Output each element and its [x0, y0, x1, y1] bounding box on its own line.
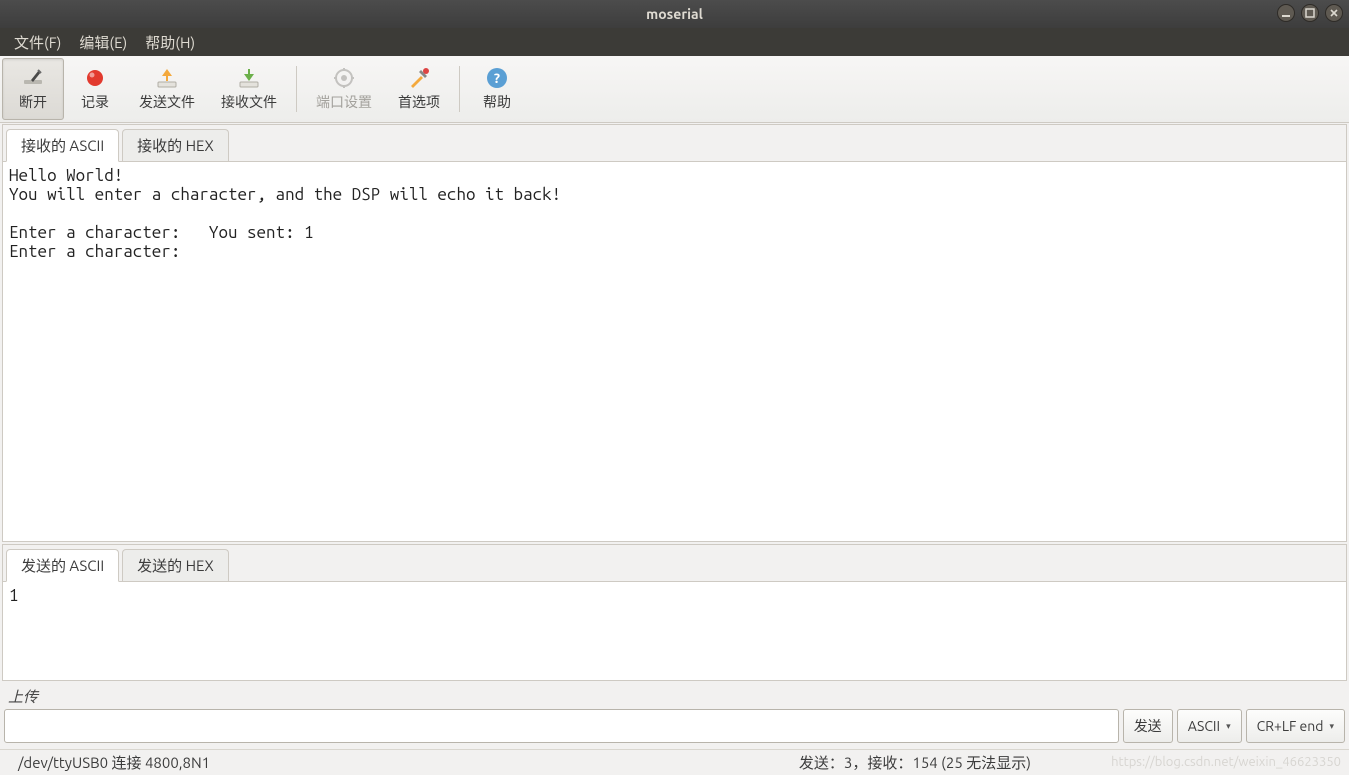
gear-icon: [332, 66, 356, 90]
sendfile-label: 发送文件: [139, 92, 195, 112]
maximize-button[interactable]: [1301, 4, 1319, 22]
tab-send-hex[interactable]: 发送的 HEX: [122, 549, 229, 581]
tab-send-ascii[interactable]: 发送的 ASCII: [6, 549, 119, 582]
disconnect-label: 断开: [19, 92, 47, 112]
menu-file[interactable]: 文件(F): [6, 29, 69, 56]
disconnect-icon: [21, 66, 45, 90]
menu-help[interactable]: 帮助(H): [137, 29, 203, 56]
lineend-dropdown[interactable]: CR+LF end: [1246, 709, 1345, 743]
status-counts: 发送：3，接收：154 (25 无法显示): [799, 752, 1031, 773]
minimize-button[interactable]: [1277, 4, 1295, 22]
sendfile-button[interactable]: 发送文件: [126, 58, 208, 120]
send-tabs: 发送的 ASCII 发送的 HEX: [3, 545, 1346, 582]
recv-textarea[interactable]: Hello World! You will enter a character,…: [3, 162, 1346, 541]
upload-row: 上传 发送 ASCII CR+LF end: [0, 682, 1349, 749]
prefs-label: 首选项: [398, 92, 440, 112]
recv-tabs: 接收的 ASCII 接收的 HEX: [3, 125, 1346, 162]
upload-input[interactable]: [4, 709, 1119, 743]
window-controls: [1277, 4, 1343, 22]
window-titlebar: moserial: [0, 0, 1349, 28]
toolbar-separator: [459, 66, 460, 112]
portsetup-button: 端口设置: [303, 58, 385, 120]
status-connection: /dev/ttyUSB0 连接 4800,8N1: [18, 752, 210, 773]
record-button[interactable]: 记录: [64, 58, 126, 120]
upload-icon: [155, 66, 179, 90]
window-title: moserial: [646, 6, 703, 22]
toolbar: 断开 记录 发送文件 接收文件 端口设置 首选项 ? 帮助: [0, 56, 1349, 123]
help-icon: ?: [485, 66, 509, 90]
sent-panel: 发送的 ASCII 发送的 HEX 1: [2, 544, 1347, 681]
statusbar: /dev/ttyUSB0 连接 4800,8N1 发送：3，接收：154 (25…: [0, 749, 1349, 775]
disconnect-button[interactable]: 断开: [2, 58, 64, 120]
help-label: 帮助: [483, 92, 511, 112]
prefs-button[interactable]: 首选项: [385, 58, 453, 120]
svg-text:?: ?: [494, 70, 500, 86]
recvfile-button[interactable]: 接收文件: [208, 58, 290, 120]
received-panel: 接收的 ASCII 接收的 HEX Hello World! You will …: [2, 124, 1347, 542]
portsetup-label: 端口设置: [316, 92, 372, 112]
close-button[interactable]: [1325, 4, 1343, 22]
tab-recv-ascii[interactable]: 接收的 ASCII: [6, 129, 119, 162]
send-textarea[interactable]: 1: [3, 582, 1346, 680]
menubar: 文件(F) 编辑(E) 帮助(H): [0, 28, 1349, 56]
help-button[interactable]: ? 帮助: [466, 58, 528, 120]
send-button[interactable]: 发送: [1123, 709, 1173, 743]
toolbar-separator: [296, 66, 297, 112]
menu-edit[interactable]: 编辑(E): [71, 29, 135, 56]
tab-recv-hex[interactable]: 接收的 HEX: [122, 129, 229, 161]
record-label: 记录: [81, 92, 109, 112]
tools-icon: [407, 66, 431, 90]
recvfile-label: 接收文件: [221, 92, 277, 112]
encoding-dropdown[interactable]: ASCII: [1177, 709, 1242, 743]
record-icon: [83, 66, 107, 90]
upload-label: 上传: [4, 684, 1345, 709]
download-icon: [237, 66, 261, 90]
